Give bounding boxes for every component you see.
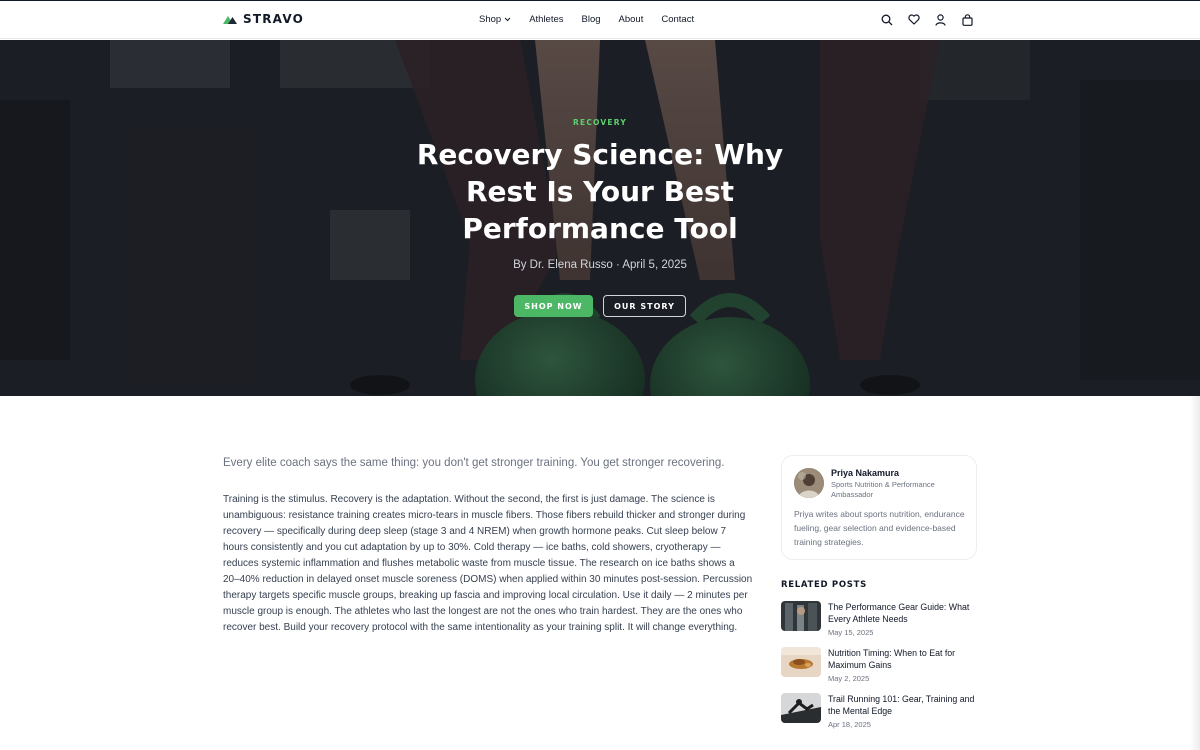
site-header: STRAVO Shop Athletes Blog About Contact <box>0 1 1200 39</box>
our-story-button[interactable]: OUR STORY <box>603 295 686 317</box>
nav-item-athletes[interactable]: Athletes <box>529 14 563 25</box>
nav-item-label: Contact <box>661 14 695 25</box>
author-role: Sports Nutrition & Performance Ambassado… <box>831 480 935 499</box>
related-post-date: May 15, 2025 <box>828 628 874 637</box>
brand-name: STRAVO <box>243 12 305 26</box>
author-name[interactable]: Priya Nakamura <box>831 468 899 478</box>
header-actions <box>880 13 974 26</box>
hero-title: Recovery Science: Why Rest Is Your Best … <box>416 138 784 245</box>
heart-icon[interactable] <box>907 13 920 26</box>
nav-item-contact[interactable]: Contact <box>661 14 694 25</box>
hero-banner: RECOVERY Recovery Science: Why Rest Is Y… <box>0 40 1200 396</box>
mountain-logo-icon <box>223 16 237 24</box>
brand-logo[interactable]: STRAVO <box>223 12 304 26</box>
avatar[interactable] <box>794 468 824 498</box>
related-post-title[interactable]: The Performance Gear Guide: What Every A… <box>828 601 980 625</box>
bag-icon[interactable] <box>961 13 974 26</box>
related-post-thumbnail[interactable] <box>781 601 821 631</box>
related-post-title[interactable]: Trail Running 101: Gear, Training and th… <box>828 693 980 717</box>
nav-item-label: About <box>618 14 644 25</box>
related-post-item[interactable]: Nutrition Timing: When to Eat for Maximu… <box>781 647 981 685</box>
nav-item-about[interactable]: About <box>619 14 644 25</box>
author-card: Priya Nakamura Sports Nutrition & Perfor… <box>781 455 977 560</box>
related-post-item[interactable]: The Performance Gear Guide: What Every A… <box>781 601 981 639</box>
nav-item-label: Blog <box>581 14 601 25</box>
nav-item-label: Athletes <box>529 14 564 25</box>
nav-item-blog[interactable]: Blog <box>582 14 601 25</box>
hero-content: RECOVERY Recovery Science: Why Rest Is Y… <box>0 40 1200 396</box>
page-edge-shadow <box>1190 396 1200 750</box>
related-post-thumbnail[interactable] <box>781 647 821 677</box>
nav-item-shop[interactable]: Shop <box>479 14 511 25</box>
nav-item-label: Shop <box>479 14 502 25</box>
article-body: Training is the stimulus. Recovery is th… <box>223 494 753 633</box>
related-post-date: Apr 18, 2025 <box>828 720 871 729</box>
search-icon[interactable] <box>880 13 893 26</box>
user-icon[interactable] <box>934 13 947 26</box>
related-posts-heading: RELATED POSTS <box>781 580 867 590</box>
related-post-item[interactable]: Trail Running 101: Gear, Training and th… <box>781 693 981 731</box>
author-bio: Priya writes about sports nutrition, end… <box>794 509 965 547</box>
chevron-down-icon <box>504 17 511 22</box>
hero-byline: By Dr. Elena Russo · April 5, 2025 <box>513 259 687 271</box>
article-lead: Every elite coach says the same thing: y… <box>223 457 725 469</box>
related-post-thumbnail[interactable] <box>781 693 821 723</box>
hero-category-label[interactable]: RECOVERY <box>0 118 1200 127</box>
main-nav: Shop Athletes Blog About Contact <box>479 14 694 25</box>
related-post-title[interactable]: Nutrition Timing: When to Eat for Maximu… <box>828 647 980 671</box>
hero-buttons: SHOP NOW OUR STORY <box>514 295 686 317</box>
shop-now-button[interactable]: SHOP NOW <box>514 295 593 317</box>
related-post-date: May 2, 2025 <box>828 674 870 683</box>
